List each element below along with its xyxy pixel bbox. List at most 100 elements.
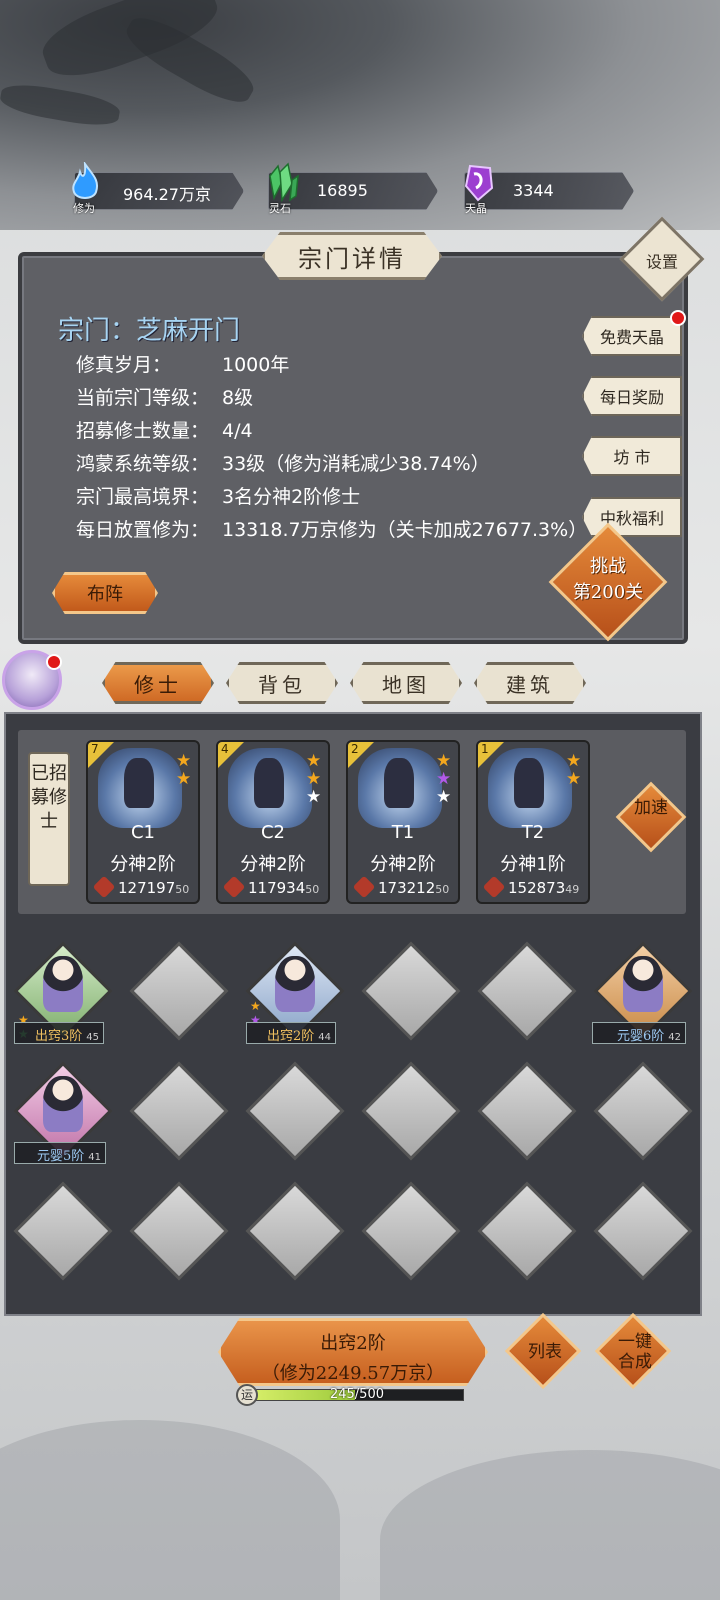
star-icon: ★ bbox=[566, 751, 582, 771]
cultivator-realm: 分神2阶 bbox=[370, 854, 436, 875]
slot-level: 41 bbox=[88, 1152, 102, 1163]
tab-map[interactable]: 地图 bbox=[350, 662, 462, 704]
breakthrough-realm: 出窍2阶 bbox=[320, 1333, 386, 1354]
star-icon: ★ bbox=[176, 769, 192, 789]
power-badge-icon bbox=[482, 875, 506, 899]
info-value: 4/4 bbox=[222, 420, 253, 442]
cultivator-level: 50 bbox=[175, 883, 190, 896]
star-icons: ★ ★ bbox=[566, 752, 584, 788]
cultivator-level: 49 bbox=[565, 883, 580, 896]
resource-value: 16895 bbox=[317, 181, 368, 200]
info-value: 8级 bbox=[222, 387, 254, 409]
info-key: 宗门最高境界： bbox=[76, 486, 210, 508]
info-value: 33级（修为消耗减少38.74%） bbox=[222, 453, 490, 475]
green-crystal-icon bbox=[269, 162, 299, 202]
cultivator-name: T2 bbox=[521, 822, 545, 843]
combat-power: 17321250 bbox=[352, 875, 450, 899]
star-icon: ★ bbox=[436, 751, 452, 771]
resource-label: 修为 bbox=[73, 202, 95, 215]
cultivator-card[interactable]: 7 ★ ★ C1 分神2阶 12719750 bbox=[86, 740, 200, 904]
recruited-label: 已招募修士 bbox=[28, 752, 70, 886]
resource-value: 3344 bbox=[513, 181, 554, 200]
cultivator-figure bbox=[43, 1076, 83, 1132]
rank-number: 1 bbox=[481, 742, 489, 756]
tab-buildings[interactable]: 建筑 bbox=[474, 662, 586, 704]
market-button[interactable]: 坊 市 bbox=[582, 436, 682, 476]
info-row: 招募修士数量： 4/4 bbox=[76, 416, 253, 443]
sect-name: 宗门：芝麻开门 bbox=[58, 316, 241, 346]
daily-reward-button[interactable]: 每日奖励 bbox=[582, 376, 682, 416]
combat-power: 11793450 bbox=[222, 875, 320, 899]
info-row: 宗门最高境界： 3名分神2阶修士 bbox=[76, 482, 360, 509]
power-value: 127197 bbox=[118, 879, 176, 897]
power-value: 173212 bbox=[378, 879, 436, 897]
info-value: 3名分神2阶修士 bbox=[222, 486, 361, 508]
info-row: 当前宗门等级： 8级 bbox=[76, 383, 253, 410]
star-icon: ★ bbox=[176, 751, 192, 771]
rank-number: 4 bbox=[221, 742, 229, 756]
info-value: 13318.7万京修为（关卡加成27677.3%） bbox=[222, 519, 588, 541]
slot-level: 44 bbox=[318, 1032, 332, 1043]
slot-label: 元婴6阶 42 bbox=[592, 1022, 687, 1044]
auto-merge-label: 一键 合成 bbox=[610, 1332, 660, 1372]
slot-label: 元婴5阶 41 bbox=[14, 1142, 107, 1164]
formation-button[interactable]: 布阵 bbox=[52, 572, 158, 614]
slot-realm: 元婴6阶 bbox=[617, 1029, 665, 1044]
info-key: 招募修士数量： bbox=[76, 420, 210, 442]
cultivator-card[interactable]: 4 ★ ★ ★ C2 分神2阶 11793450 bbox=[216, 740, 330, 904]
purple-gem-icon bbox=[464, 164, 494, 202]
info-value: 1000年 bbox=[222, 354, 290, 376]
speed-up-label: 加速 bbox=[634, 798, 668, 818]
tab-cultivators[interactable]: 修士 bbox=[102, 662, 214, 704]
cultivator-card[interactable]: 1 ★ ★ T2 分神1阶 15287349 bbox=[476, 740, 590, 904]
info-key: 修真岁月： bbox=[76, 354, 172, 376]
combat-power: 12719750 bbox=[92, 875, 190, 899]
slot-realm: 出窍2阶 bbox=[267, 1029, 315, 1044]
cultivator-realm: 分神1阶 bbox=[500, 854, 566, 875]
info-key: 当前宗门等级： bbox=[76, 387, 210, 409]
cultivator-realm: 分神2阶 bbox=[110, 854, 176, 875]
info-key: 每日放置修为： bbox=[76, 519, 210, 541]
free-tianjing-button[interactable]: 免费天晶 bbox=[582, 316, 682, 356]
star-icon: ★ bbox=[250, 999, 261, 1013]
cultivator-level: 50 bbox=[305, 883, 320, 896]
star-icon: ★ bbox=[566, 769, 582, 789]
mid-autumn-welfare-button[interactable]: 中秋福利 bbox=[582, 497, 682, 537]
slot-realm: 出窍3阶 bbox=[35, 1029, 83, 1044]
slot-label: 出窍3阶 45 bbox=[14, 1022, 105, 1044]
power-badge-icon bbox=[92, 875, 116, 899]
info-row: 每日放置修为： 13318.7万京修为（关卡加成27677.3%） bbox=[76, 515, 587, 542]
star-icons: ★ ★ bbox=[176, 752, 194, 788]
cultivator-name: C2 bbox=[260, 822, 286, 843]
breakthrough-cost: （修为2249.57万京） bbox=[261, 1363, 445, 1384]
cultivator-level: 50 bbox=[435, 883, 450, 896]
auto-merge-line2: 合成 bbox=[618, 1352, 652, 1372]
tab-backpack[interactable]: 背包 bbox=[226, 662, 338, 704]
star-icon: ★ bbox=[436, 787, 452, 807]
challenge-line2: 第200关 bbox=[572, 582, 644, 603]
background-mountain bbox=[380, 1450, 720, 1600]
cultivator-realm: 分神2阶 bbox=[240, 854, 306, 875]
challenge-line1: 挑战 bbox=[590, 556, 626, 577]
cultivator-figure bbox=[43, 956, 83, 1012]
breakthrough-button[interactable]: 出窍2阶 （修为2249.57万京） bbox=[218, 1318, 488, 1386]
star-icon: ★ bbox=[306, 787, 322, 807]
slot-level: 42 bbox=[668, 1032, 682, 1043]
background-mountain bbox=[0, 1420, 340, 1600]
cultivator-figure bbox=[275, 956, 315, 1012]
power-value: 152873 bbox=[508, 879, 566, 897]
star-icon: ★ bbox=[306, 769, 322, 789]
auto-merge-line1: 一键 bbox=[618, 1332, 652, 1352]
combat-power: 15287349 bbox=[482, 875, 580, 899]
cultivator-card[interactable]: 2 ★ ★ ★ T1 分神2阶 17321250 bbox=[346, 740, 460, 904]
slot-realm: 元婴5阶 bbox=[37, 1149, 85, 1164]
star-icons: ★ ★ ★ bbox=[306, 752, 324, 806]
slot-label: 出窍2阶 44 bbox=[246, 1022, 337, 1044]
info-key: 鸿蒙系统等级： bbox=[76, 453, 210, 475]
notification-dot bbox=[46, 654, 62, 670]
luck-progress-text: 245/500 bbox=[329, 1387, 384, 1402]
blue-flame-icon bbox=[72, 162, 98, 199]
panel-title: 宗门详情 bbox=[262, 232, 442, 280]
star-icon: ★ bbox=[436, 769, 452, 789]
cultivator-name: T1 bbox=[391, 822, 415, 843]
